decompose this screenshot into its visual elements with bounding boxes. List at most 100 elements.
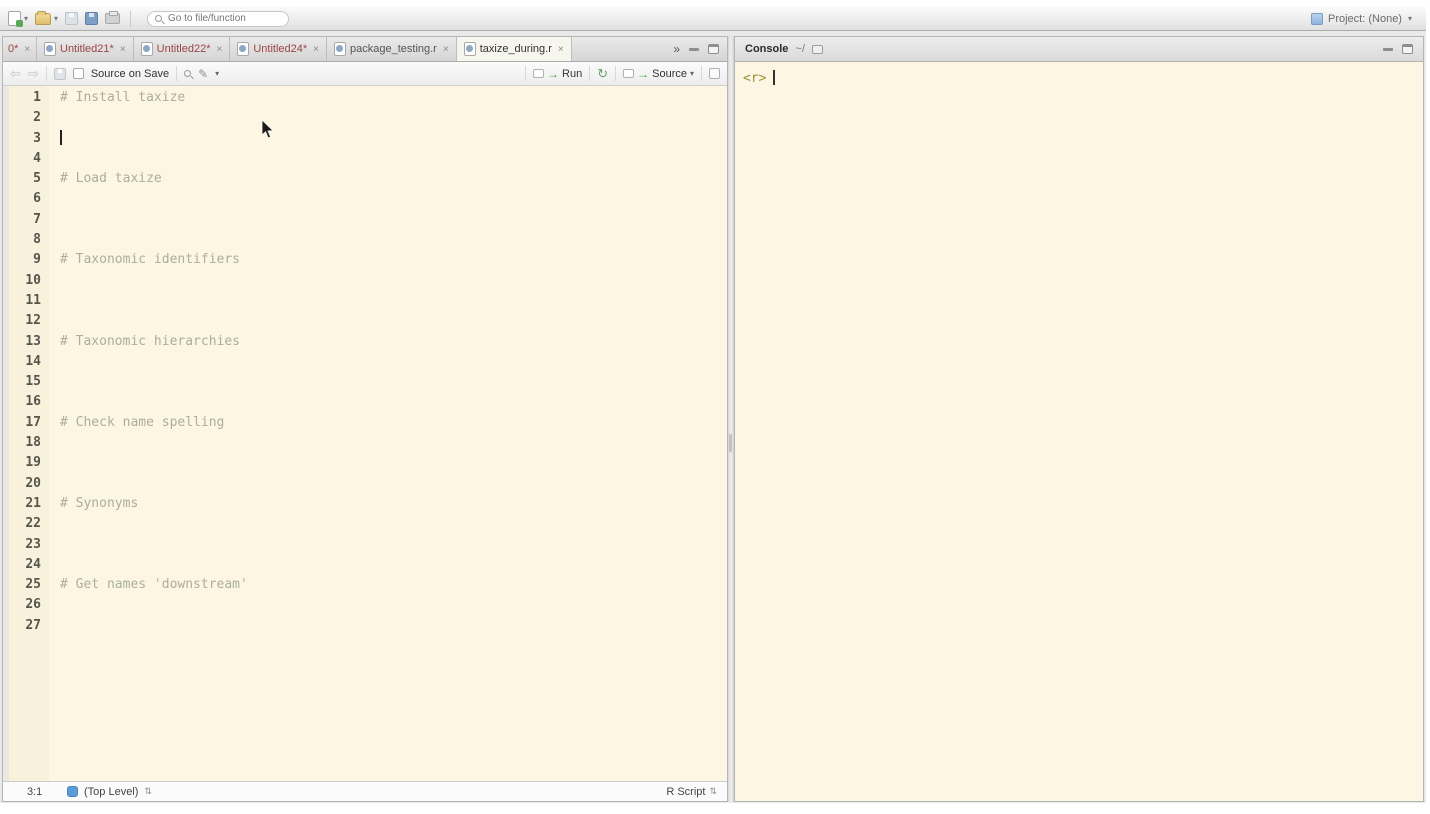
- run-button[interactable]: → Run: [533, 67, 582, 81]
- print-button[interactable]: [105, 13, 120, 24]
- r-file-icon: [141, 42, 153, 56]
- editor-line[interactable]: 15: [3, 372, 727, 392]
- forward-icon[interactable]: ⇨: [28, 67, 39, 80]
- new-file-caret-icon[interactable]: ▾: [24, 14, 28, 23]
- line-number: 17: [9, 413, 49, 433]
- editor-line[interactable]: 22: [3, 514, 727, 534]
- tab-close-icon[interactable]: ×: [217, 44, 223, 55]
- editor-line[interactable]: 27: [3, 616, 727, 636]
- editor-line[interactable]: 7: [3, 210, 727, 230]
- open-file-button[interactable]: ▾: [35, 13, 58, 25]
- editor-line[interactable]: 1 # Install taxize: [3, 88, 727, 108]
- editor-line[interactable]: 3: [3, 129, 727, 149]
- save-button[interactable]: [65, 12, 78, 25]
- minimize-pane-icon[interactable]: [1383, 48, 1393, 51]
- editor-toolbar: ⇦ ⇨ Source on Save ✎ ▾ → Run ↻: [3, 62, 727, 86]
- tab-close-icon[interactable]: ×: [443, 44, 449, 55]
- console-working-directory: ~/: [795, 43, 804, 55]
- code-lines: 1 # Install taxize 2 3 4 5 # Load taxize…: [3, 88, 727, 636]
- line-text: [49, 372, 60, 392]
- editor-line[interactable]: 2: [3, 108, 727, 128]
- editor-line[interactable]: 18: [3, 433, 727, 453]
- scope-icon: [67, 786, 78, 797]
- source-on-save-checkbox[interactable]: [73, 68, 84, 79]
- editor-tab[interactable]: taxize_during.r ×: [457, 37, 572, 61]
- editor-line[interactable]: 16: [3, 392, 727, 412]
- source-caret-icon[interactable]: ▾: [690, 69, 694, 78]
- editor-tab[interactable]: 0* ×: [3, 37, 37, 61]
- tab-close-icon[interactable]: ×: [313, 44, 319, 55]
- editor-line[interactable]: 21 # Synonyms: [3, 494, 727, 514]
- tab-close-icon[interactable]: ×: [24, 44, 30, 55]
- console-output[interactable]: <r>: [735, 62, 1423, 801]
- editor-line[interactable]: 8: [3, 230, 727, 250]
- save-all-button[interactable]: [85, 12, 98, 25]
- open-file-caret-icon[interactable]: ▾: [54, 14, 58, 23]
- tab-label: Untitled21*: [60, 43, 114, 55]
- back-icon[interactable]: ⇦: [10, 67, 21, 80]
- save-file-icon[interactable]: [54, 68, 66, 80]
- editor-line[interactable]: 10: [3, 271, 727, 291]
- line-text: [49, 311, 60, 331]
- editor-line[interactable]: 5 # Load taxize: [3, 169, 727, 189]
- cursor-position: 3:1: [27, 786, 61, 798]
- minimize-pane-icon[interactable]: [689, 48, 699, 51]
- editor-line[interactable]: 26: [3, 595, 727, 615]
- editor-tab[interactable]: Untitled24* ×: [230, 37, 327, 61]
- toolbar-separator: [46, 66, 47, 81]
- source-button[interactable]: → Source ▾: [623, 67, 694, 81]
- editor-line[interactable]: 17 # Check name spelling: [3, 413, 727, 433]
- maximize-pane-icon[interactable]: [708, 44, 719, 54]
- new-file-button[interactable]: ▾: [8, 11, 28, 26]
- tab-overflow-icon[interactable]: »: [673, 42, 680, 56]
- editor-line[interactable]: 14: [3, 352, 727, 372]
- toolbar-separator: [130, 11, 131, 27]
- tab-close-icon[interactable]: ×: [558, 44, 564, 55]
- line-number: 15: [9, 372, 49, 392]
- line-number: 1: [9, 88, 49, 108]
- working-dir-icon[interactable]: [812, 45, 823, 54]
- line-number: 13: [9, 332, 49, 352]
- line-number: 19: [9, 453, 49, 473]
- code-tools-icon[interactable]: ✎: [198, 67, 208, 81]
- goto-file-function-box[interactable]: [147, 11, 289, 27]
- line-text: [49, 189, 60, 209]
- source-arrow-icon: →: [637, 67, 649, 81]
- editor-tab[interactable]: Untitled21* ×: [37, 37, 134, 61]
- pane-resize-handle[interactable]: [728, 36, 734, 802]
- editor-line[interactable]: 19: [3, 453, 727, 473]
- maximize-pane-icon[interactable]: [1402, 44, 1413, 54]
- editor-tab[interactable]: Untitled22* ×: [134, 37, 231, 61]
- tab-close-icon[interactable]: ×: [120, 44, 126, 55]
- line-text: [49, 271, 60, 291]
- editor-line[interactable]: 12: [3, 311, 727, 331]
- line-text: [49, 210, 60, 230]
- goto-file-function-input[interactable]: [166, 12, 276, 25]
- find-replace-icon[interactable]: [184, 70, 191, 77]
- source-tab-bar: 0* × Untitled21* × Untitled22* × Untitle…: [3, 37, 727, 62]
- editor-line[interactable]: 6: [3, 189, 727, 209]
- editor-line[interactable]: 13 # Taxonomic hierarchies: [3, 332, 727, 352]
- console-title: Console: [745, 43, 788, 55]
- line-text: # Taxonomic hierarchies: [49, 332, 240, 352]
- tab-label: package_testing.r: [350, 43, 437, 55]
- editor-line[interactable]: 9 # Taxonomic identifiers: [3, 250, 727, 270]
- source-on-save-label: Source on Save: [91, 68, 169, 80]
- editor-line[interactable]: 20: [3, 474, 727, 494]
- code-tools-caret-icon[interactable]: ▾: [215, 69, 219, 78]
- line-number: 18: [9, 433, 49, 453]
- scope-selector[interactable]: (Top Level): [84, 786, 138, 798]
- editor-tab[interactable]: package_testing.r ×: [327, 37, 457, 61]
- project-selector[interactable]: Project: (None) ▾: [1311, 13, 1418, 25]
- file-type-selector[interactable]: R Script: [666, 786, 705, 798]
- editor-line[interactable]: 23: [3, 535, 727, 555]
- editor-line[interactable]: 11: [3, 291, 727, 311]
- editor-line[interactable]: 4: [3, 149, 727, 169]
- line-text: [49, 616, 60, 636]
- editor-line[interactable]: 25 # Get names 'downstream': [3, 575, 727, 595]
- compile-notebook-icon[interactable]: [709, 68, 720, 79]
- editor-line[interactable]: 24: [3, 555, 727, 575]
- rerun-icon[interactable]: ↻: [597, 66, 608, 82]
- main-toolbar: ▾ ▾ Project: (None) ▾: [0, 7, 1426, 31]
- code-editor[interactable]: 1 # Install taxize 2 3 4 5 # Load taxize…: [3, 86, 727, 781]
